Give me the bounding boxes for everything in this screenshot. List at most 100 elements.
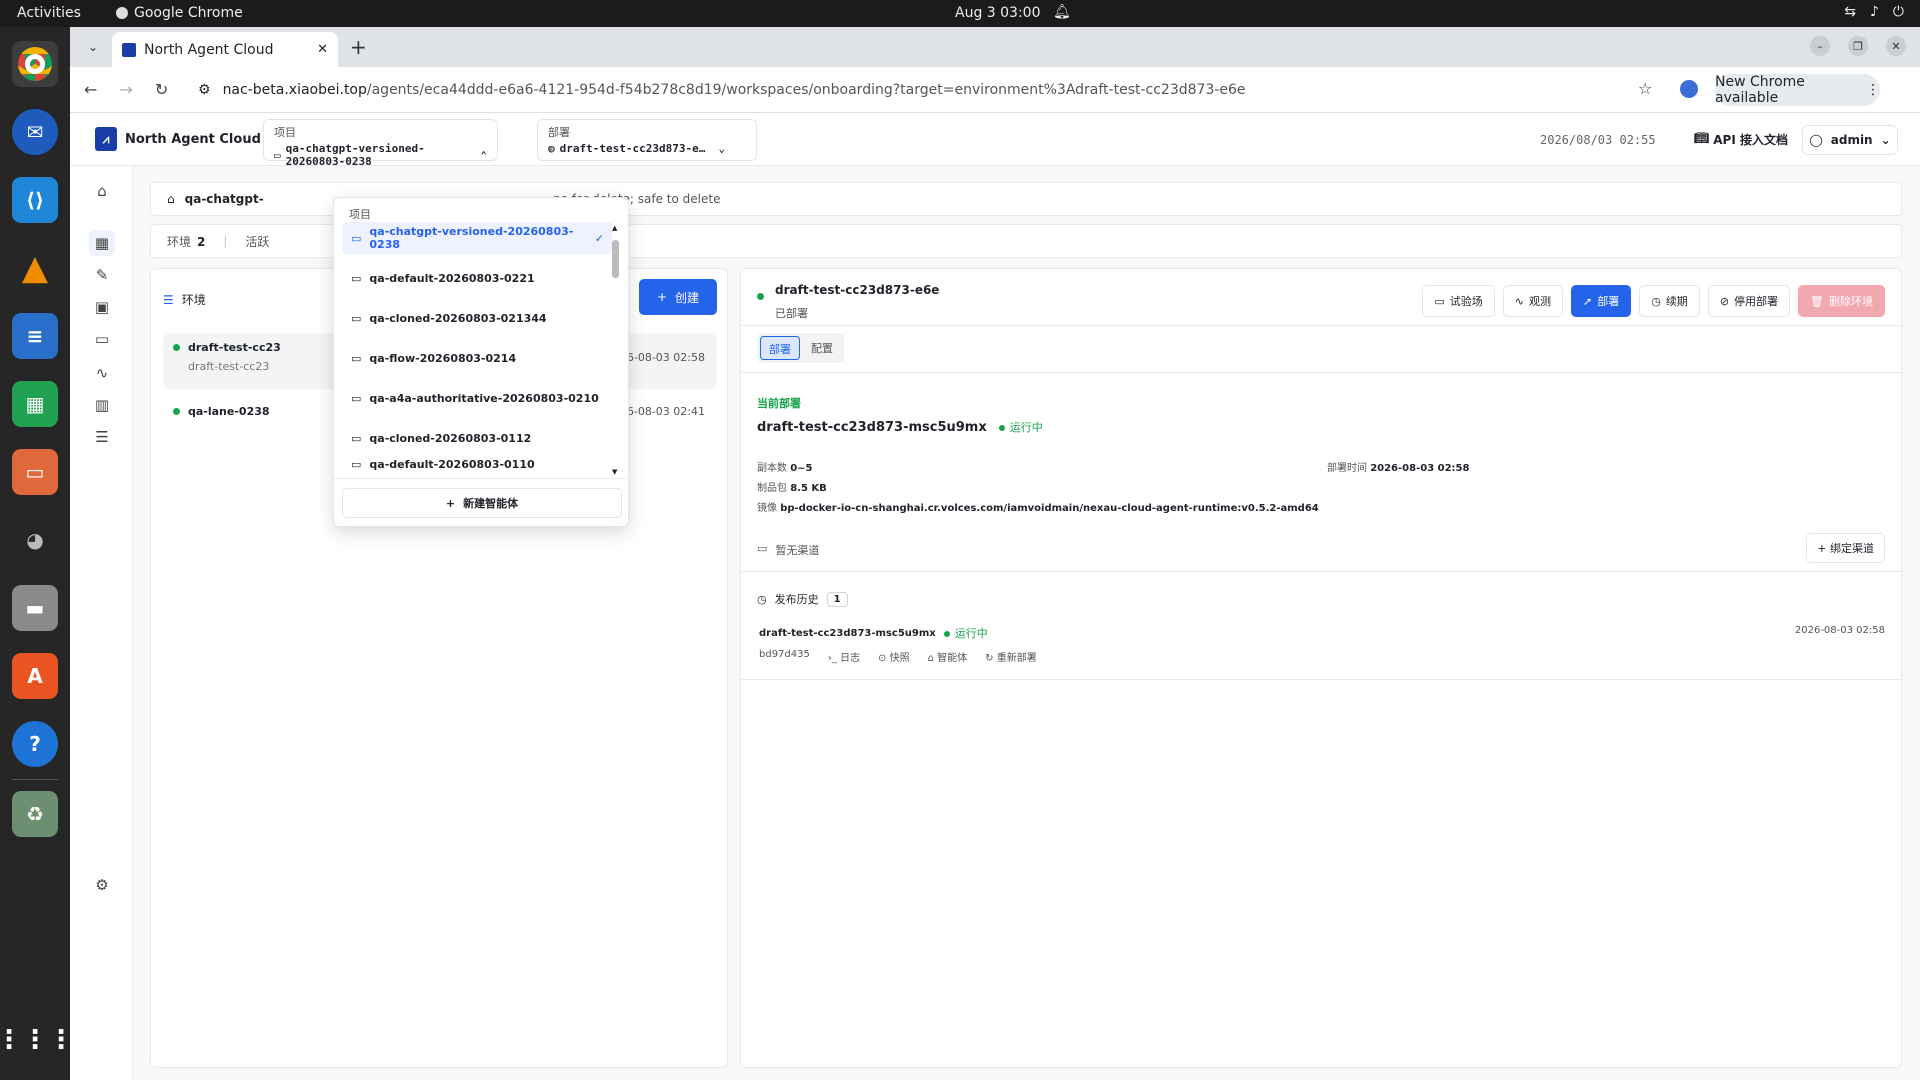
deploy-time-value: 2026-08-03 02:58: [1370, 463, 1470, 474]
power-icon: ⏻: [1892, 4, 1904, 20]
stat-divider: |: [223, 234, 228, 248]
logo-icon: ⩘: [95, 127, 117, 151]
calc-dock-icon[interactable]: ▦: [12, 381, 58, 427]
tab-search-chevron-icon[interactable]: ⌄: [80, 34, 106, 60]
menu-kebab-icon: ⋮: [1866, 82, 1880, 98]
agent-icon[interactable]: ⌂: [89, 178, 115, 204]
bookmark-star-icon[interactable]: ☆: [1638, 79, 1652, 98]
reload-icon[interactable]: ↻: [155, 80, 168, 99]
clock-icon: ◷: [1651, 294, 1661, 308]
env-actions: ▭ 试验场 ∿ 观测 ➚ 部署 ◷ 续期 ⊘ 停用部署 🗑︎ 删除环境: [1422, 285, 1885, 317]
project-option[interactable]: ▭ qa-a4a-authoritative-20260803-0210: [342, 382, 612, 414]
tab-deploy[interactable]: 部署: [760, 336, 800, 360]
app-root: ⩘ North Agent Cloud 项目 ▭ qa-chatgpt-versio…: [70, 113, 1920, 1080]
browser-tab[interactable]: North Agent Cloud ✕: [112, 32, 338, 67]
scroll-up-icon: ▲: [612, 224, 618, 232]
renew-button[interactable]: ◷ 续期: [1639, 285, 1700, 317]
chrome-dock-icon[interactable]: [12, 41, 58, 87]
project-option[interactable]: ▭ qa-cloned-20260803-021344: [342, 302, 612, 334]
project-selector[interactable]: 项目 ▭ qa-chatgpt-versioned-20260803-0238 ⌃: [263, 119, 498, 168]
project-option[interactable]: ▭ qa-chatgpt-versioned-20260803-0238 ✓: [342, 222, 612, 254]
deploy-button[interactable]: ➚ 部署: [1570, 285, 1632, 317]
user-menu[interactable]: ◯ admin ⌄: [1802, 125, 1898, 155]
chrome-update-button[interactable]: New Chrome available ⋮: [1715, 74, 1880, 106]
profile-icon[interactable]: [1680, 80, 1698, 98]
tab-config[interactable]: 配置: [803, 336, 841, 360]
new-tab-icon[interactable]: +: [350, 35, 367, 59]
history-status: 运行中: [944, 625, 988, 641]
settings-icon[interactable]: ⚙: [89, 872, 115, 898]
activities-button[interactable]: Activities: [17, 5, 81, 21]
thunderbird-dock-icon[interactable]: ✉: [12, 109, 58, 155]
vscode-dock-icon[interactable]: ⟨⟩: [12, 177, 58, 223]
close-window-icon[interactable]: ✕: [1886, 36, 1906, 56]
folder-icon: ▭: [351, 431, 362, 445]
address-bar[interactable]: ⚙ nac-beta.xiaobei.top/agents/eca44ddd-e…: [198, 75, 1768, 105]
folder-icon: ▭: [351, 311, 362, 325]
show-apps-icon[interactable]: ⋮⋮⋮: [0, 1017, 74, 1063]
dropdown-scrollbar[interactable]: ▲ ▼: [609, 224, 619, 476]
observe-button[interactable]: ∿ 观测: [1502, 285, 1563, 317]
plus-icon: +: [445, 496, 456, 510]
project-option[interactable]: ▭ qa-cloned-20260803-0112: [342, 422, 612, 454]
clock-icon: ◷: [757, 592, 767, 606]
history-time: 2026-08-03 02:58: [1794, 625, 1885, 636]
terminal-icon[interactable]: ▣: [89, 294, 115, 320]
bind-channel-button[interactable]: + 绑定渠道: [1806, 533, 1885, 563]
workspace-icon[interactable]: ▦: [89, 230, 115, 256]
agent-link[interactable]: ⌂ 智能体: [928, 649, 968, 664]
side-rail: ⌂ ▦ ✎ ▣ ▭ ∿ ▥ ☰ ⚙: [70, 166, 133, 1080]
terminal-icon: ›_: [827, 653, 837, 664]
stop-deploy-button[interactable]: ⊘ 停用部署: [1707, 285, 1791, 317]
globe-icon: ◍: [548, 142, 555, 155]
back-icon[interactable]: ←: [84, 80, 97, 99]
tab-strip: ⌄ North Agent Cloud ✕ + – ❐ ✕: [70, 27, 1920, 67]
app-store-dock-icon[interactable]: A: [12, 653, 58, 699]
sliders-icon[interactable]: ☰: [89, 424, 115, 450]
maximize-icon[interactable]: ❐: [1848, 36, 1868, 56]
scrollbar-thumb[interactable]: [612, 240, 619, 278]
minimize-icon[interactable]: –: [1810, 36, 1830, 56]
create-button[interactable]: + 创建: [639, 279, 717, 315]
vlc-dock-icon[interactable]: ▲: [12, 245, 58, 291]
snapshot-link[interactable]: ⊙ 快照: [878, 649, 910, 664]
activity-icon[interactable]: ∿: [89, 360, 115, 386]
trash-dock-icon[interactable]: ♻: [12, 791, 58, 837]
artifact-label: 制品包: [757, 483, 787, 494]
brand[interactable]: ⩘ North Agent Cloud: [95, 127, 261, 151]
new-agent-button[interactable]: + 新建智能体: [342, 488, 622, 518]
api-docs-link[interactable]: 📖︎ API 接入文档: [1694, 131, 1788, 148]
scroll-down-icon: ▼: [612, 468, 618, 476]
stop-label: 停用部署: [1734, 295, 1779, 308]
redeploy-link[interactable]: ↻ 重新部署: [985, 649, 1037, 664]
project-option[interactable]: ▭ qa-default-20260803-0221: [342, 262, 612, 294]
impress-dock-icon[interactable]: ▭: [12, 449, 58, 495]
system-tray[interactable]: ⇆ ♪ ⏻: [1844, 4, 1904, 20]
env-detail-name: draft-test-cc23d873-e6e: [775, 283, 940, 297]
close-tab-icon[interactable]: ✕: [317, 42, 328, 57]
chat-icon[interactable]: ▭: [89, 326, 115, 352]
deploy-selector[interactable]: 部署 ◍ draft-test-cc23d873-e… ⌄: [537, 119, 757, 161]
chart-icon[interactable]: ▥: [89, 392, 115, 418]
history-deploy-name: draft-test-cc23d873-msc5u9mx: [759, 627, 936, 639]
files-dock-icon[interactable]: ▬: [12, 585, 58, 631]
writer-dock-icon[interactable]: ≡: [12, 313, 58, 359]
site-info-icon[interactable]: ⚙: [198, 82, 211, 98]
edit-icon[interactable]: ✎: [89, 262, 115, 288]
layers-icon: ☰: [163, 292, 174, 307]
delete-env-button[interactable]: 🗑︎ 删除环境: [1798, 285, 1885, 317]
project-option[interactable]: ▭ qa-default-20260803-0110: [342, 456, 612, 470]
deploy-time-label: 部署时间: [1327, 463, 1367, 474]
chrome-icon: [116, 7, 128, 19]
browser-window: ⌄ North Agent Cloud ✕ + – ❐ ✕ ← → ↻ ⚙ na…: [70, 27, 1920, 1080]
project-option[interactable]: ▭ qa-flow-20260803-0214: [342, 342, 612, 374]
clock[interactable]: Aug 3 03:00: [955, 5, 1041, 21]
env-detail-panel: draft-test-cc23d873-e6e 已部署 ▭ 试验场 ∿ 观测 ➚ 部署…: [740, 268, 1903, 1068]
current-deploy-label: 当前部署: [757, 397, 801, 410]
playground-button[interactable]: ▭ 试验场: [1422, 285, 1495, 317]
log-link[interactable]: ›_ 日志: [828, 649, 860, 664]
active-app[interactable]: Google Chrome: [116, 5, 243, 21]
help-dock-icon[interactable]: ?: [12, 721, 58, 767]
forward-icon[interactable]: →: [119, 80, 132, 99]
gimp-dock-icon[interactable]: ◕: [12, 517, 58, 563]
